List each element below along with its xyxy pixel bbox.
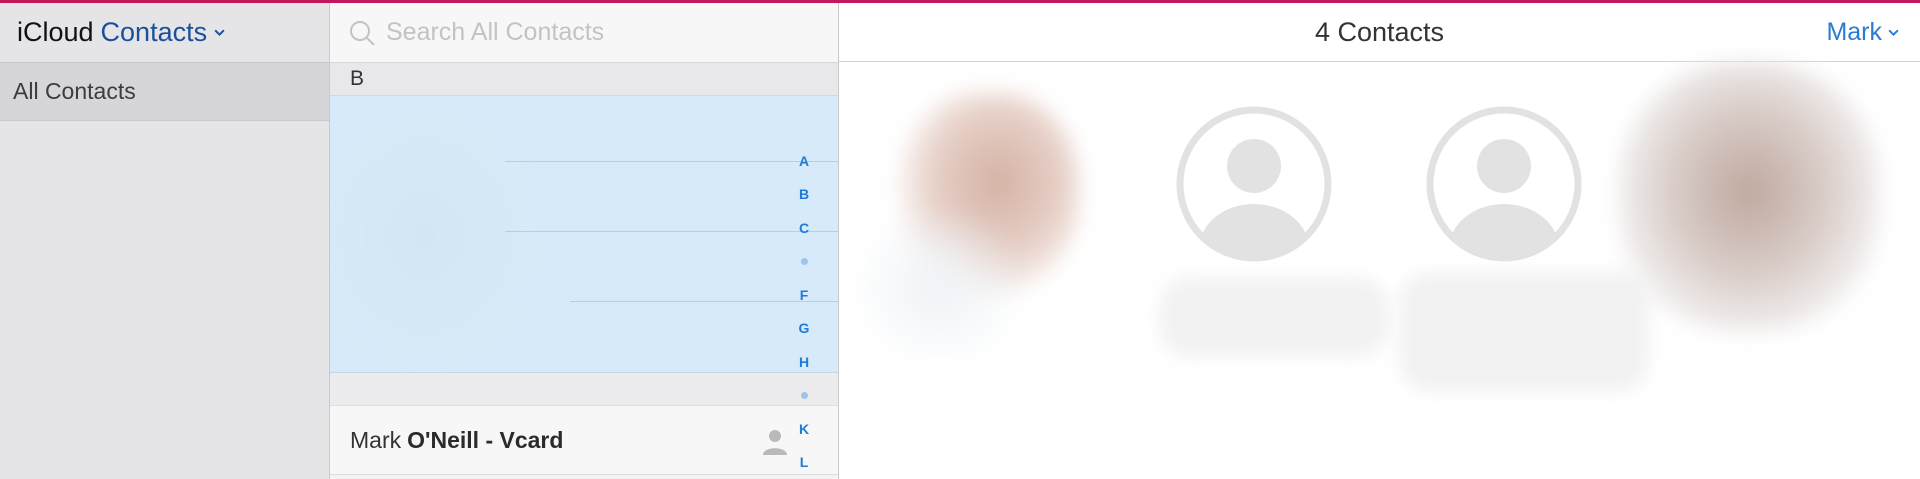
- index-letter[interactable]: K: [792, 412, 816, 446]
- index-letter[interactable]: F: [792, 278, 816, 312]
- account-name: Mark: [1826, 18, 1882, 46]
- sidebar: iCloud Contacts All Contacts: [0, 3, 330, 479]
- row-divider: [505, 231, 838, 232]
- account-menu[interactable]: Mark: [1826, 18, 1900, 47]
- selected-contact-row[interactable]: [330, 96, 838, 373]
- brand-name: iCloud: [17, 17, 94, 47]
- index-letter[interactable]: H: [792, 345, 816, 379]
- app-switcher[interactable]: iCloud Contacts: [0, 3, 329, 63]
- search-input[interactable]: [384, 17, 808, 48]
- avatar-placeholder-icon: [1426, 106, 1582, 262]
- contact-list-pane: B Mark O'Neill - Vcard A B C F G H K L: [330, 3, 839, 479]
- search-bar: [330, 3, 838, 63]
- avatar-placeholder-icon: [1176, 106, 1332, 262]
- contact-card[interactable]: [839, 62, 1099, 362]
- list-gap: [330, 373, 838, 405]
- index-letter[interactable]: A: [792, 144, 816, 178]
- section-letter: B: [350, 67, 365, 90]
- index-letter[interactable]: L: [792, 446, 816, 479]
- list-item[interactable]: Mark O'Neill - Vcard: [330, 405, 838, 475]
- avatar: [1619, 62, 1879, 332]
- main-header: 4 Contacts Mark: [839, 3, 1920, 62]
- contact-cards-area: 4 Contacts Mark: [839, 3, 1920, 479]
- alphabet-index[interactable]: A B C F G H K L: [792, 144, 816, 479]
- contact-card[interactable]: [1159, 62, 1389, 362]
- contact-card[interactable]: [1599, 62, 1920, 362]
- redacted-name: [1159, 277, 1389, 357]
- person-icon: [763, 430, 787, 455]
- row-divider: [505, 161, 838, 162]
- index-letter[interactable]: G: [792, 312, 816, 346]
- product-name: Contacts: [100, 17, 208, 47]
- sidebar-item-all-contacts[interactable]: All Contacts: [0, 63, 329, 121]
- section-header-b: B: [330, 63, 838, 96]
- contacts-count: 4 Contacts: [1314, 17, 1445, 47]
- chevron-down-icon: [214, 29, 225, 37]
- contact-last-name: O'Neill - Vcard: [407, 426, 564, 453]
- sidebar-item-label: All Contacts: [13, 78, 136, 104]
- chevron-down-icon: [1888, 29, 1899, 37]
- contact-first-name: Mark: [350, 426, 402, 453]
- index-dot[interactable]: [792, 379, 816, 413]
- index-dot[interactable]: [792, 245, 816, 279]
- index-letter[interactable]: B: [792, 178, 816, 212]
- search-icon: [350, 20, 375, 46]
- redacted-content: [330, 106, 540, 366]
- redacted-content: [859, 212, 1019, 362]
- index-letter[interactable]: C: [792, 211, 816, 245]
